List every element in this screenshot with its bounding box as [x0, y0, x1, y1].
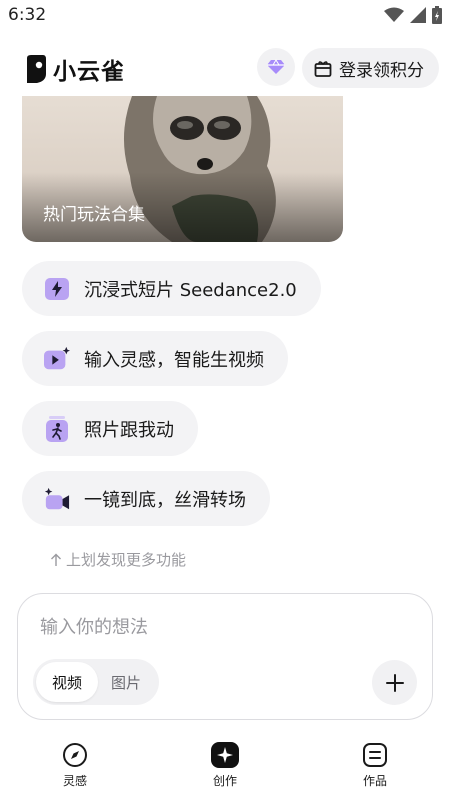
idea-input[interactable] — [40, 612, 400, 642]
tab-label: 作品 — [362, 774, 387, 788]
tab-label: 灵感 — [62, 774, 87, 788]
mode-toggle: 视频 图片 — [33, 659, 159, 705]
dance-photo-icon — [44, 415, 70, 442]
battery-icon — [432, 6, 442, 24]
signal-icon — [410, 7, 426, 23]
app-logo: 小云雀 — [25, 52, 125, 86]
feature-label: 一镜到底，丝滑转场 — [84, 489, 246, 511]
gift-icon — [314, 61, 332, 77]
wifi-icon — [384, 7, 404, 22]
vip-button[interactable] — [257, 48, 295, 86]
compass-icon — [63, 743, 87, 767]
mode-image-option[interactable]: 图片 — [95, 662, 157, 702]
create-icon — [211, 742, 239, 768]
feature-text-to-video[interactable]: 输入灵感，智能生视频 — [22, 331, 288, 386]
arrow-up-icon — [51, 553, 61, 566]
tab-create[interactable]: 创作 — [185, 742, 265, 789]
feature-label: 沉浸式短片 Seedance2.0 — [84, 279, 297, 301]
diamond-icon — [267, 59, 285, 74]
camera-sparkle-icon — [44, 486, 70, 512]
prompt-composer: 视频 图片 — [17, 593, 433, 720]
login-label: 登录领积分 — [339, 60, 424, 81]
plus-icon — [385, 673, 404, 692]
feature-label: 照片跟我动 — [84, 419, 174, 441]
tab-label: 创作 — [212, 774, 237, 788]
banner-title: 热门玩法合集 — [43, 205, 145, 225]
feature-seedance[interactable]: 沉浸式短片 Seedance2.0 — [22, 261, 321, 316]
add-attachment-button[interactable] — [372, 660, 417, 705]
swipe-up-hint: 上划发现更多功能 — [50, 549, 186, 570]
feature-one-take[interactable]: 一镜到底，丝滑转场 — [22, 471, 270, 526]
status-icons — [384, 6, 442, 24]
feature-photo-dance[interactable]: 照片跟我动 — [22, 401, 198, 456]
bolt-icon — [44, 276, 70, 302]
app-name: 小云雀 — [53, 59, 125, 85]
logo-icon — [27, 55, 46, 83]
status-bar: 6:32 — [0, 0, 450, 32]
app-header: 小云雀 登录领积分 — [0, 44, 450, 94]
bottom-tab-bar: 灵感 创作 作品 — [0, 742, 450, 797]
tab-works[interactable]: 作品 — [335, 742, 415, 789]
feature-label: 输入灵感，智能生视频 — [84, 349, 264, 371]
hint-text: 上划发现更多功能 — [66, 551, 187, 569]
works-icon — [363, 743, 387, 767]
status-time: 6:32 — [8, 5, 47, 25]
tab-inspiration[interactable]: 灵感 — [35, 742, 115, 789]
hot-collection-banner[interactable]: 热门玩法合集 — [22, 96, 343, 242]
play-sparkle-icon — [44, 346, 70, 372]
login-reward-button[interactable]: 登录领积分 — [302, 48, 439, 88]
mode-video-option[interactable]: 视频 — [36, 662, 98, 702]
